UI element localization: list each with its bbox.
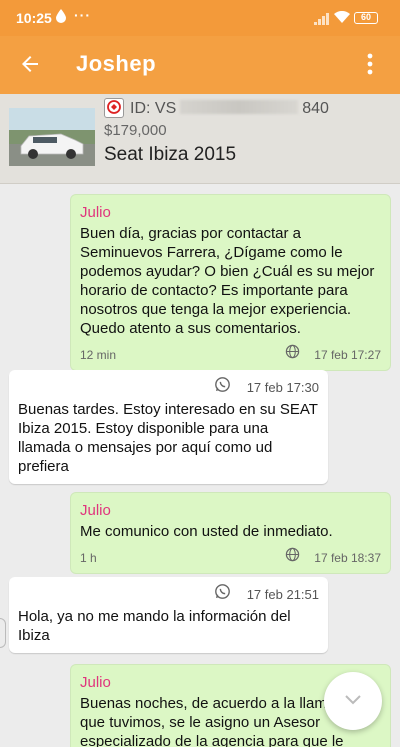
message-time: 17 feb 21:51 (246, 587, 319, 602)
chat-area[interactable]: Julio Buen día, gracias por contactar a … (0, 184, 400, 747)
message-header: 17 feb 21:51 (18, 583, 319, 605)
whatsapp-icon (214, 376, 231, 398)
listing-id: ID: VS 840 (130, 100, 329, 118)
listing-name: Seat Ibiza 2015 (104, 144, 237, 165)
wifi-icon (334, 10, 350, 27)
dealer-logo-icon (104, 98, 124, 118)
message-text: Buen día, gracias por contactar a Seminu… (80, 225, 375, 337)
globe-icon (285, 344, 300, 365)
message-header: 17 feb 17:30 (18, 376, 319, 398)
listing-id-suffix: 840 (302, 100, 329, 117)
back-arrow-icon[interactable] (18, 52, 42, 81)
message-text: Me comunico con usted de inmediato. (80, 523, 333, 540)
message-time: 17 feb 17:30 (246, 380, 319, 395)
message-outgoing: Julio Buen día, gracias por contactar a … (70, 194, 391, 371)
whatsapp-icon (214, 583, 231, 605)
notification-dots: ··· (74, 7, 91, 23)
message-age: 12 min (80, 348, 117, 362)
listing-card[interactable]: ID: VS 840 $179,000 Seat Ibiza 2015 (0, 94, 400, 184)
listing-price: $179,000 (104, 122, 167, 139)
message-incoming: 17 feb 21:51 Hola, ya no me mando la inf… (9, 577, 328, 653)
message-time: 17 feb 18:37 (314, 551, 381, 565)
message-incoming: 17 feb 17:30 Buenas tardes. Estoy intere… (9, 370, 328, 484)
status-time: 10:25 (16, 10, 52, 26)
listing-id-prefix: ID: VS (130, 100, 177, 117)
more-vert-icon[interactable] (366, 53, 374, 80)
message-age: 1 h (80, 551, 97, 565)
message-footer: 12 min 17 feb 17:27 (80, 344, 381, 362)
message-sender: Julio (80, 204, 111, 221)
message-text: Buenas tardes. Estoy interesado en su SE… (18, 401, 318, 475)
message-outgoing: Julio Me comunico con usted de inmediato… (70, 492, 391, 574)
message-footer: 1 h 17 feb 18:37 (80, 547, 381, 565)
battery-icon: 60 (354, 12, 378, 24)
signal-icon (314, 12, 330, 28)
globe-icon (285, 547, 300, 568)
chevron-down-icon (345, 695, 361, 705)
car-thumbnail (9, 108, 95, 166)
message-text: Hola, ya no me mando la información del … (18, 608, 291, 644)
status-bar: 10:25 ··· 60 (0, 0, 400, 36)
chat-title: Joshep (76, 51, 157, 76)
message-time: 17 feb 17:27 (314, 348, 381, 362)
message-sender: Julio (80, 502, 111, 519)
listing-id-redacted (180, 100, 299, 114)
drop-icon (56, 9, 66, 26)
edge-handle[interactable] (0, 618, 6, 648)
app-bar: Joshep (0, 36, 400, 94)
scroll-down-button[interactable] (324, 672, 382, 730)
